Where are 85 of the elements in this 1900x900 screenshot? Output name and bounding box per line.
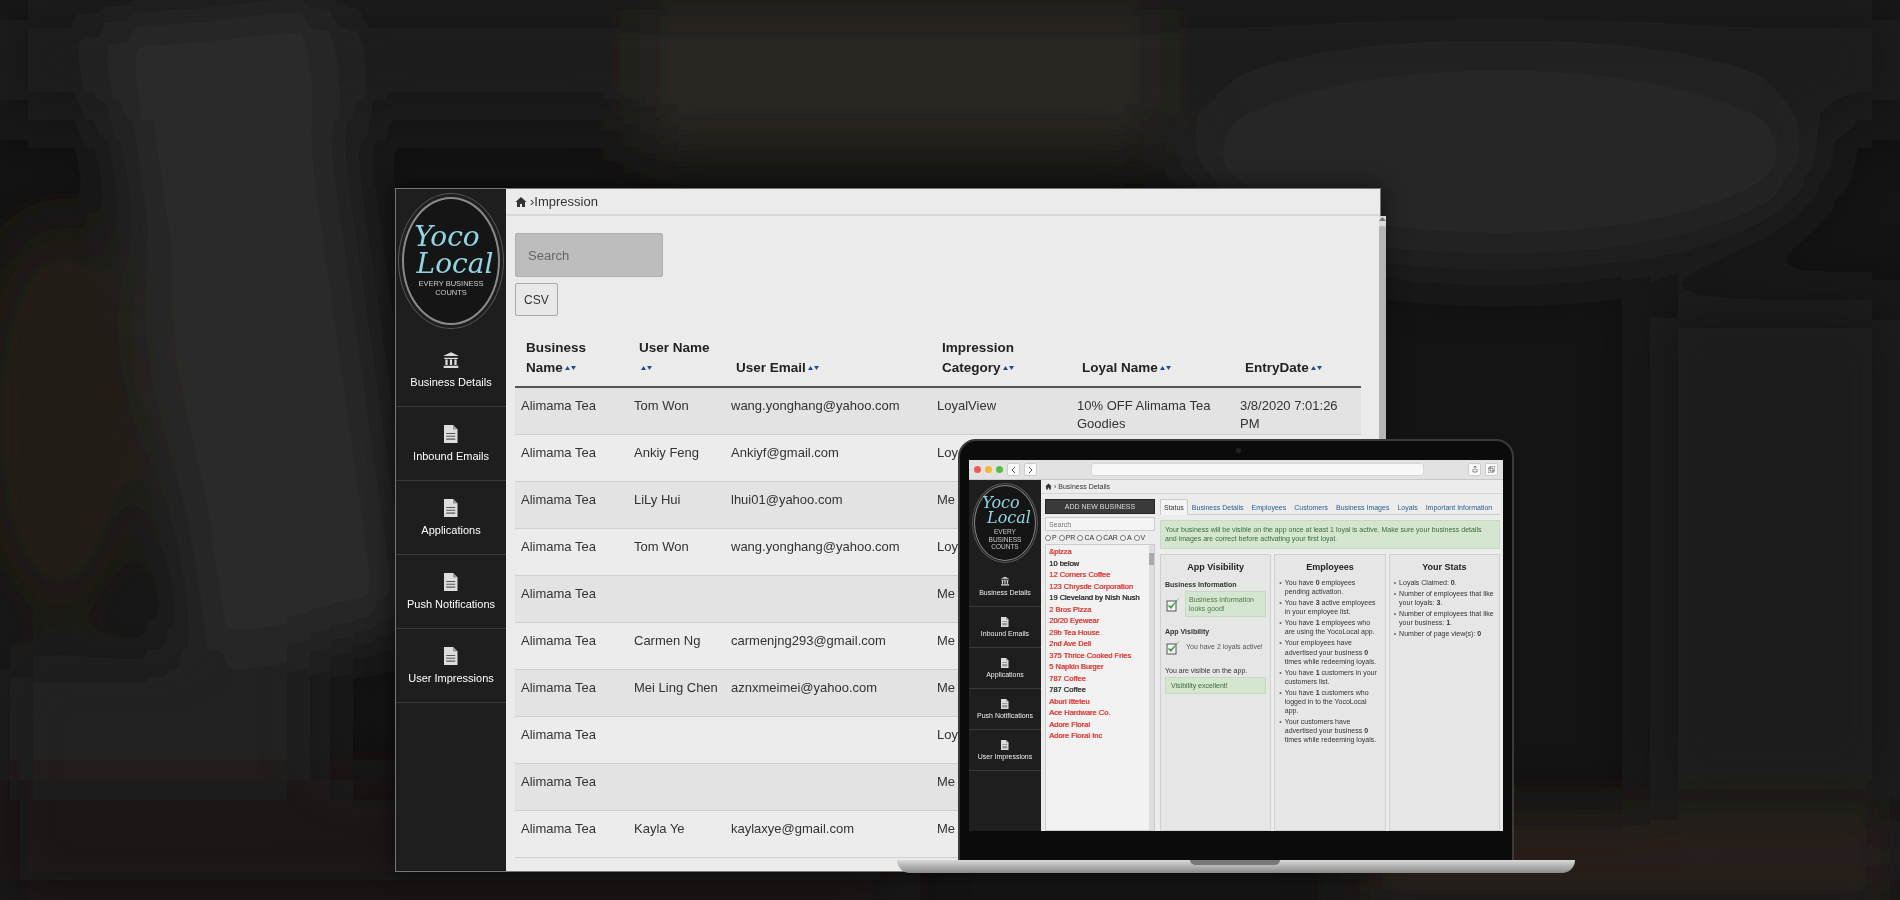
document-icon xyxy=(1001,658,1009,668)
sidebar-item[interactable]: Business Details xyxy=(396,333,506,407)
forward-button[interactable] xyxy=(1024,463,1037,476)
column-header[interactable]: Impression Category xyxy=(931,337,1071,386)
sort-icon[interactable] xyxy=(1002,363,1014,372)
table-cell-text: kaylaxye@gmail.com xyxy=(731,820,854,838)
table-cell-text: Tom Won xyxy=(634,538,689,556)
document-icon xyxy=(444,573,458,591)
table-cell-text: 10% OFF Alimama Tea Goodies xyxy=(1077,397,1212,434)
share-icon xyxy=(1471,466,1478,473)
table-cell-text: Alimama Tea xyxy=(521,679,596,697)
table-cell-text: Alimama Tea xyxy=(521,632,596,650)
column-header[interactable]: Loyal Name xyxy=(1071,357,1234,386)
back-button[interactable] xyxy=(1007,463,1020,476)
table-cell-text: Alimama Tea xyxy=(521,773,596,791)
scrollbar[interactable] xyxy=(1149,545,1154,830)
column-header[interactable]: Business Name xyxy=(515,337,628,386)
sort-icon[interactable] xyxy=(1159,363,1171,372)
table-cell-text: Alimama Tea xyxy=(521,726,596,744)
table-cell-text: Me xyxy=(937,679,956,697)
close-icon[interactable] xyxy=(974,466,981,473)
table-cell-text: carmenjng293@gmail.com xyxy=(731,632,886,650)
logo-text: Local xyxy=(987,510,1031,526)
document-icon xyxy=(1001,740,1009,750)
table-cell-text: Alimama Tea xyxy=(521,585,596,603)
sidebar-item[interactable]: Push Notifications xyxy=(396,555,506,629)
table-cell-text: Ankiy Feng xyxy=(634,444,700,462)
logo-text: Yoco xyxy=(982,495,1020,511)
table-cell-text: Loy xyxy=(937,538,958,556)
column-header[interactable]: User Email xyxy=(725,357,931,386)
tabs-icon xyxy=(1488,466,1495,473)
table-cell-text: Me xyxy=(937,773,956,791)
table-cell-text: Tom Won xyxy=(634,397,689,415)
chevron-right-icon xyxy=(1028,466,1033,473)
table-cell-text: wang.yonghang@yahoo.com xyxy=(731,397,900,415)
csv-button[interactable]: CSV xyxy=(515,283,558,316)
table-cell-text: Loy xyxy=(937,726,958,744)
card-title: App Visibility xyxy=(1186,561,1246,572)
table-cell-text: Alimama Tea xyxy=(521,397,596,415)
sidebar-item[interactable]: Applications xyxy=(396,481,506,555)
bank-icon xyxy=(1000,576,1010,586)
sidebar-item[interactable]: Inbound Emails xyxy=(396,407,506,481)
sort-icon[interactable] xyxy=(1310,363,1322,372)
sort-icon[interactable] xyxy=(564,363,576,372)
table-cell-text: Loy xyxy=(937,444,958,462)
breadcrumb[interactable]: ›Impression xyxy=(530,194,598,209)
table-cell-text: aznxmeimei@yahoo.com xyxy=(731,679,878,697)
document-icon xyxy=(444,647,458,665)
table-cell-text: Me xyxy=(937,632,956,650)
table-cell-text: wang.yonghang@yahoo.com xyxy=(731,538,900,556)
table-cell-text: LoyalView xyxy=(937,397,997,415)
table-cell-text: Kayla Ye xyxy=(634,820,685,838)
document-icon xyxy=(444,499,458,517)
table-cell-text: Alimama Tea xyxy=(521,444,596,462)
sidebar-item[interactable]: User Impressions xyxy=(396,629,506,703)
column-header[interactable]: User Name xyxy=(628,337,725,386)
document-icon xyxy=(1001,617,1009,627)
table-cell-text: Me xyxy=(937,585,956,603)
table-cell-text: Ankiyf@gmail.com xyxy=(731,444,839,462)
table-cell-text: LiLy Hui xyxy=(634,491,681,509)
logo-text: Local xyxy=(416,250,494,278)
chevron-left-icon xyxy=(1011,466,1016,473)
sort-icon[interactable] xyxy=(807,363,819,372)
table-cell-text: Me xyxy=(937,491,956,509)
home-icon[interactable] xyxy=(515,195,527,208)
scroll-up-icon[interactable] xyxy=(1379,216,1386,222)
table-cell-text: Alimama Tea xyxy=(521,538,596,556)
logo-text: Yoco xyxy=(414,224,480,251)
bank-icon xyxy=(442,351,460,369)
document-icon xyxy=(444,425,458,443)
search-field[interactable]: Search xyxy=(515,233,663,277)
table-cell-text: 3/8/2020 7:01:26 PM xyxy=(1240,397,1339,434)
home-icon[interactable] xyxy=(1045,483,1052,490)
card-title: Your Stats xyxy=(1421,561,1468,572)
table-cell-text: Mei Ling Chen xyxy=(634,679,718,697)
table-cell-text: lhui01@yahoo.com xyxy=(731,491,843,509)
table-cell-text: Alimama Tea xyxy=(521,491,596,509)
tabs-button[interactable] xyxy=(1485,463,1498,476)
sort-icon[interactable] xyxy=(641,363,652,372)
column-header[interactable]: EntryDate xyxy=(1234,357,1361,386)
table-cell-text: Carmen Ng xyxy=(634,632,701,650)
table-cell-text: Alimama Tea xyxy=(521,820,596,838)
card-title: Employees xyxy=(1305,561,1355,572)
document-icon xyxy=(1001,699,1009,709)
table-cell-text: Me xyxy=(937,820,956,838)
